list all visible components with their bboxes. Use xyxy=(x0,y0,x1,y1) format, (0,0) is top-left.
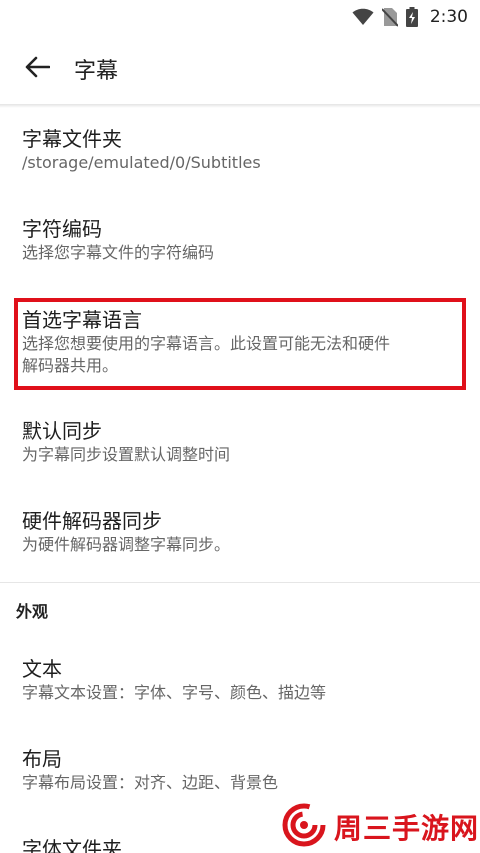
setting-title: 文本 xyxy=(22,657,62,681)
setting-hw-decoder-sync[interactable]: 硬件解码器同步 为硬件解码器调整字幕同步。 xyxy=(0,508,480,556)
wifi-icon xyxy=(352,8,374,26)
back-button[interactable] xyxy=(0,34,74,104)
watermark: 周三手游网 xyxy=(282,800,480,853)
status-time: 2:30 xyxy=(429,7,468,27)
setting-title: 布局 xyxy=(22,747,62,771)
battery-charging-icon xyxy=(405,7,418,27)
highlight-box xyxy=(14,298,466,390)
setting-layout[interactable]: 布局 字幕布局设置：对齐、边距、背景色 xyxy=(0,746,480,794)
setting-title: 硬件解码器同步 xyxy=(22,509,162,533)
setting-text[interactable]: 文本 字幕文本设置：字体、字号、颜色、描边等 xyxy=(0,656,480,704)
setting-summary: 字幕布局设置：对齐、边距、背景色 xyxy=(22,773,279,792)
setting-summary: 为硬件解码器调整字幕同步。 xyxy=(22,535,231,554)
setting-title: 字幕文件夹 xyxy=(22,127,122,151)
setting-subtitle-folder[interactable]: 字幕文件夹 /storage/emulated/0/Subtitles xyxy=(0,126,480,174)
page-title: 字幕 xyxy=(74,59,119,84)
setting-summary: 为字幕同步设置默认调整时间 xyxy=(22,445,231,464)
watermark-logo-icon xyxy=(282,803,326,851)
no-sim-icon xyxy=(381,7,398,27)
arrow-left-icon xyxy=(24,54,51,84)
section-divider xyxy=(0,582,480,583)
toolbar-shadow xyxy=(0,104,480,108)
status-bar: 2:30 xyxy=(0,0,480,34)
setting-summary: 选择您字幕文件的字符编码 xyxy=(22,243,215,262)
setting-title: 字符编码 xyxy=(22,217,102,241)
toolbar: 字幕 xyxy=(0,34,480,104)
watermark-text: 周三手游网 xyxy=(334,811,480,845)
setting-default-sync[interactable]: 默认同步 为字幕同步设置默认调整时间 xyxy=(0,418,480,466)
setting-char-encoding[interactable]: 字符编码 选择您字幕文件的字符编码 xyxy=(0,216,480,264)
setting-title: 默认同步 xyxy=(22,419,102,443)
setting-summary: /storage/emulated/0/Subtitles xyxy=(22,153,261,172)
section-header-appearance: 外观 xyxy=(16,602,49,621)
setting-summary: 字幕文本设置：字体、字号、颜色、描边等 xyxy=(22,683,327,702)
